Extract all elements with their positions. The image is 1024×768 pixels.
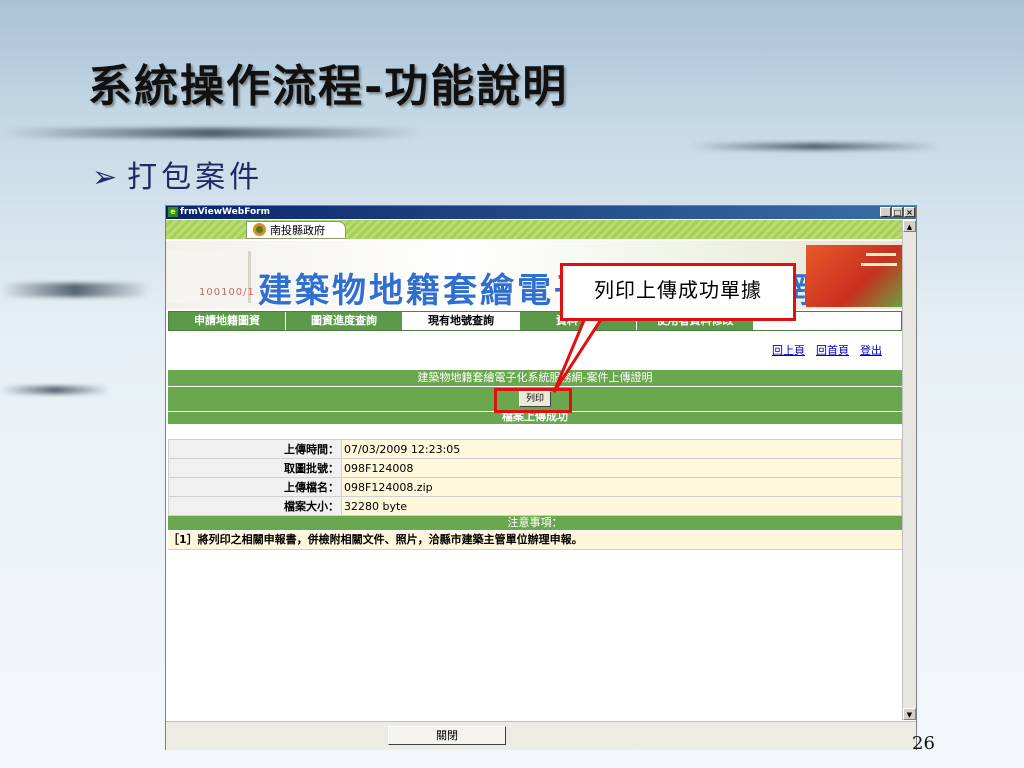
- county-emblem-icon: [253, 223, 266, 236]
- app-icon: e: [168, 207, 178, 217]
- back-link[interactable]: 回上頁: [772, 342, 805, 358]
- tab-apply-cadastral[interactable]: 申請地籍圖資: [169, 312, 286, 330]
- banner-number: 100100/1: [199, 287, 255, 298]
- maximize-button[interactable]: □: [892, 207, 903, 217]
- row-value: 098F124008: [341, 458, 902, 478]
- vertical-scrollbar[interactable]: ▲ ▼: [902, 220, 916, 720]
- row-value: 07/03/2009 12:23:05: [341, 439, 902, 459]
- scroll-up-icon[interactable]: ▲: [903, 220, 916, 232]
- banner-map-icon: [806, 245, 902, 307]
- callout-box: 列印上傳成功單據: [560, 263, 796, 321]
- logout-link[interactable]: 登出: [860, 342, 882, 358]
- row-label: 取圖批號：: [168, 458, 342, 478]
- upload-info-table: 上傳時間： 07/03/2009 12:23:05 取圖批號： 098F124008…: [168, 439, 902, 516]
- table-row: 上傳檔名： 098F124008.zip: [168, 477, 902, 497]
- bullet-text: 打包案件: [127, 160, 264, 195]
- row-value: 32280 byte: [341, 496, 902, 516]
- top-links: 回上頁 回首頁 登出: [772, 342, 882, 358]
- bullet-item: ➢ 打包案件: [92, 152, 263, 196]
- slide-title: 系統操作流程-功能說明: [88, 61, 569, 112]
- table-row: 上傳時間： 07/03/2009 12:23:05: [168, 439, 902, 459]
- upload-success-header: 檔案上傳成功: [168, 412, 902, 424]
- bottom-bar: 關閉: [166, 721, 916, 750]
- table-row: 取圖批號： 098F124008: [168, 458, 902, 478]
- browser-window: e frmViewWebForm _ □ × 南投縣政府 100100/1 建築物…: [165, 205, 917, 750]
- scroll-down-icon[interactable]: ▼: [903, 708, 916, 720]
- window-titlebar[interactable]: e frmViewWebForm _ □ ×: [166, 206, 916, 219]
- county-tab[interactable]: 南投縣政府: [246, 221, 346, 239]
- background-streak: [0, 128, 420, 138]
- background-streak: [0, 283, 150, 297]
- tab-lot-query[interactable]: 現有地號查詢: [403, 312, 520, 330]
- background-streak: [690, 143, 940, 150]
- form-header: 建築物地籍套繪電子化系統服務網-案件上傳證明: [168, 370, 902, 386]
- page-number: 26: [912, 733, 935, 754]
- row-label: 上傳時間：: [168, 439, 342, 459]
- row-label: 上傳檔名：: [168, 477, 342, 497]
- close-button[interactable]: 關閉: [388, 726, 506, 745]
- notes-header: 注意事項：: [168, 516, 902, 530]
- close-window-button[interactable]: ×: [904, 207, 915, 217]
- row-label: 檔案大小：: [168, 496, 342, 516]
- minimize-button[interactable]: _: [880, 207, 891, 217]
- table-row: 檔案大小： 32280 byte: [168, 496, 902, 516]
- row-value: 098F124008.zip: [341, 477, 902, 497]
- home-link[interactable]: 回首頁: [816, 342, 849, 358]
- window-title: frmViewWebForm: [180, 207, 270, 217]
- note-item: ［1］將列印之相關申報書，併檢附相關文件、照片，洽縣市建築主管單位辦理申報。: [168, 531, 902, 550]
- arrow-bullet-icon: ➢: [92, 160, 122, 195]
- county-name: 南投縣政府: [270, 224, 325, 237]
- tab-progress-query[interactable]: 圖資進度查詢: [286, 312, 403, 330]
- background-streak: [0, 386, 110, 394]
